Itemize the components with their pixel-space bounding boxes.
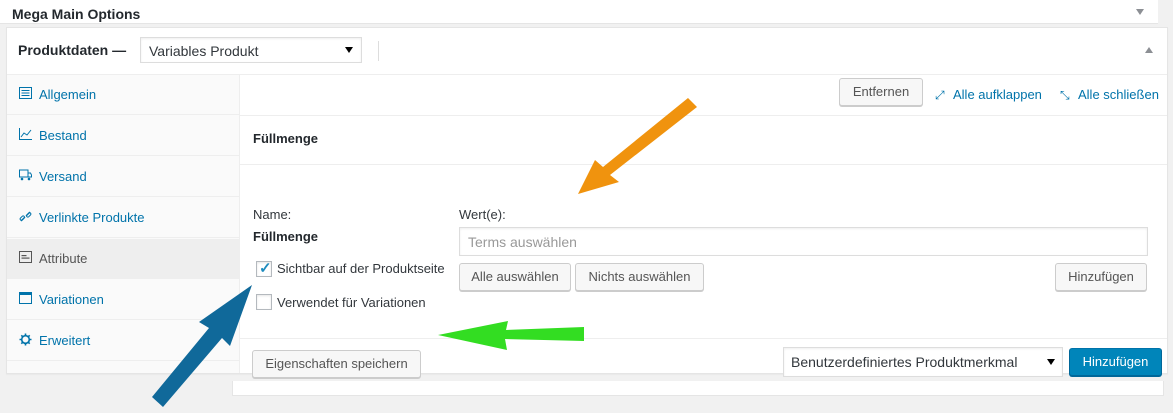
annotation-arrows <box>152 98 697 407</box>
orange-arrow-icon <box>578 98 697 194</box>
green-arrow-icon <box>438 321 584 350</box>
blue-arrow-icon <box>152 285 252 407</box>
